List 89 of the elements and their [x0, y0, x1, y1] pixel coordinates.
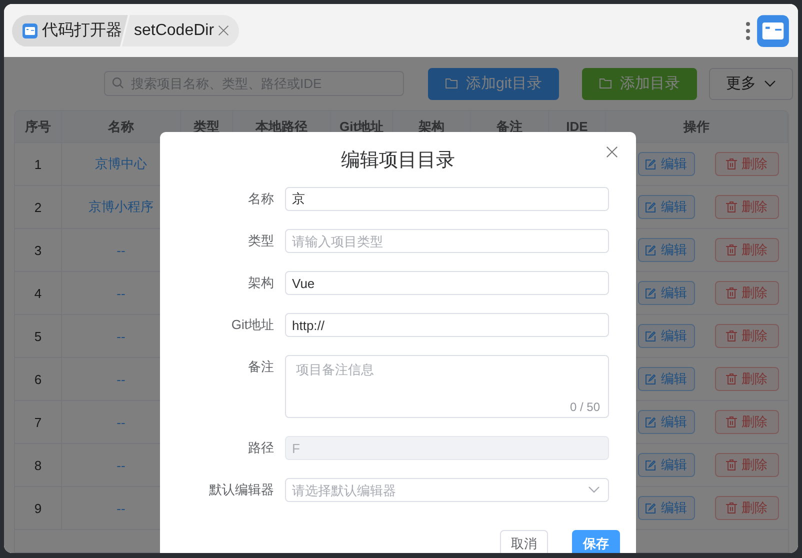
app-tab[interactable]: 代码打开器 [12, 14, 128, 46]
trash-icon [726, 158, 736, 170]
edit-button[interactable]: 编辑 [638, 324, 694, 348]
tab-label: setCodeDir [134, 22, 214, 40]
app-icon[interactable] [756, 14, 790, 48]
delete-button[interactable]: 删除 [714, 281, 778, 305]
search-icon [112, 77, 124, 89]
field-label: 备注 [247, 358, 275, 376]
edit-icon [645, 416, 656, 428]
edit-icon [645, 460, 656, 470]
save-button[interactable]: 保存 [572, 530, 620, 553]
add-button[interactable]: 添加git目录 [428, 68, 559, 100]
close-icon [218, 25, 230, 36]
chevron-down-icon [764, 80, 776, 88]
trash-icon [726, 416, 736, 428]
project-name-link[interactable]: -- [116, 458, 126, 472]
edit-icon [645, 374, 656, 384]
char-counter: 0 / 50 [570, 400, 600, 414]
field-label: 路径 [247, 439, 275, 457]
trash-icon [726, 244, 736, 256]
trash-icon [726, 502, 736, 514]
row-number: 3 [34, 242, 42, 258]
folder-icon [445, 78, 458, 89]
edit-button[interactable]: 编辑 [638, 281, 694, 305]
cancel-button[interactable]: 取消 [500, 530, 548, 553]
edit-icon [645, 502, 656, 514]
edit-button[interactable]: 编辑 [638, 152, 694, 176]
trash-icon [726, 201, 736, 213]
edit-button[interactable]: 编辑 [638, 496, 694, 520]
row-number: 5 [34, 328, 42, 344]
delete-button[interactable]: 删除 [714, 410, 778, 434]
project-name-link[interactable]: 京博中心 [95, 155, 147, 173]
delete-button[interactable]: 删除 [714, 496, 778, 520]
project-name-link[interactable]: -- [116, 328, 126, 344]
editor-select[interactable]: 请选择默认编辑器 [285, 478, 609, 502]
field-label: 默认编辑器 [208, 481, 275, 499]
edit-button[interactable]: 编辑 [638, 238, 694, 262]
page-tab[interactable]: setCodeDir [122, 14, 240, 46]
column-header: 序号 [15, 111, 62, 143]
tab-label: 代码打开器 [42, 21, 122, 41]
edit-button[interactable]: 编辑 [638, 195, 694, 219]
close-button[interactable] [606, 146, 620, 160]
dialog-title: 编辑项目目录 [340, 149, 456, 173]
add-button[interactable]: 添加目录 [582, 68, 697, 100]
row-number: 6 [34, 372, 42, 386]
folder-icon [598, 78, 612, 89]
project-name-link[interactable]: -- [116, 286, 126, 300]
delete-button[interactable]: 删除 [714, 195, 778, 219]
row-number: 1 [34, 156, 42, 172]
input-field[interactable]: Vue [285, 271, 609, 295]
chevron-down-icon [588, 486, 600, 494]
delete-button[interactable]: 删除 [714, 324, 778, 348]
input-field[interactable]: 请输入项目类型 [285, 229, 609, 253]
project-name-link[interactable]: -- [116, 242, 126, 258]
row-number: 8 [34, 458, 42, 472]
row-number: 4 [34, 286, 42, 300]
delete-button[interactable]: 删除 [714, 238, 778, 262]
row-number: 2 [34, 200, 42, 214]
input-field[interactable]: 京 [285, 187, 609, 211]
edit-button[interactable]: 编辑 [638, 410, 694, 434]
project-name-link[interactable]: -- [116, 500, 126, 516]
more-vertical-icon[interactable] [746, 20, 750, 40]
row-number: 7 [34, 414, 42, 430]
delete-button[interactable]: 删除 [714, 453, 778, 477]
edit-button[interactable]: 编辑 [638, 367, 694, 391]
delete-button[interactable]: 删除 [714, 367, 778, 391]
edit-icon [645, 288, 656, 298]
edit-button[interactable]: 编辑 [638, 453, 694, 477]
project-name-link[interactable]: -- [116, 414, 126, 430]
edit-icon [645, 158, 656, 170]
edit-icon [645, 244, 656, 256]
field-label: 名称 [247, 190, 275, 208]
input-field[interactable]: http:// [285, 313, 609, 337]
edit-icon [645, 330, 656, 342]
field-label: 类型 [247, 232, 275, 250]
project-name-link[interactable]: -- [116, 372, 126, 386]
app-icon [22, 22, 38, 38]
trash-icon [726, 459, 736, 471]
delete-button[interactable]: 删除 [714, 152, 778, 176]
trash-icon [726, 287, 736, 299]
edit-icon [645, 202, 656, 212]
field-label: Git地址 [230, 316, 275, 334]
close-icon [606, 146, 618, 158]
field-label: 架构 [247, 274, 275, 292]
more-dropdown[interactable]: 更多 [708, 68, 793, 100]
trash-icon [726, 330, 736, 342]
project-name-link[interactable]: 京博小程序 [88, 198, 154, 216]
trash-icon [726, 373, 736, 385]
row-number: 9 [34, 500, 42, 516]
